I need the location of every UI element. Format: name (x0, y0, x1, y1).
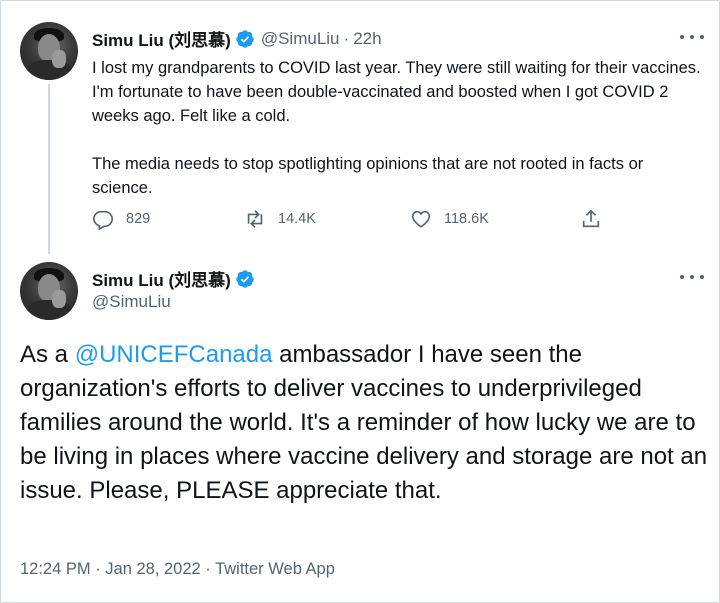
tweet1-paragraph-1: I lost my grandparents to COVID last yea… (92, 59, 701, 125)
display-name[interactable]: Simu Liu (刘思慕) (92, 26, 231, 51)
retweet-button[interactable]: 14.4K (244, 208, 316, 230)
reply-icon (93, 210, 113, 230)
tweet1-actions: 829 14.4K 118.6K (92, 208, 612, 236)
avatar[interactable] (20, 262, 78, 320)
like-icon (411, 210, 431, 228)
thread-connector-line (48, 84, 50, 254)
more-options-icon[interactable] (680, 32, 704, 42)
tweet1-header: Simu Liu (刘思慕) @SimuLiu · 22h (92, 26, 382, 51)
reply-button[interactable]: 829 (92, 208, 150, 230)
handle[interactable]: @SimuLiu (261, 29, 340, 49)
retweet-icon (247, 210, 263, 228)
verified-badge-icon (236, 269, 254, 288)
tweet2-text-prefix: As a (20, 341, 75, 368)
tweet2-text: As a @UNICEFCanada ambassador I have see… (20, 338, 710, 508)
share-icon (582, 209, 600, 228)
more-options-icon[interactable] (680, 272, 704, 282)
retweet-count: 14.4K (278, 211, 316, 227)
like-button[interactable]: 118.6K (410, 208, 489, 230)
display-name[interactable]: Simu Liu (刘思慕) (92, 266, 231, 291)
mention-link[interactable]: @UNICEFCanada (75, 341, 273, 368)
tweet1-paragraph-2: The media needs to stop spotlighting opi… (92, 155, 644, 197)
handle[interactable]: @SimuLiu (92, 292, 171, 312)
tweet-timestamp[interactable]: 12:24 PM · Jan 28, 2022 · Twitter Web Ap… (20, 560, 335, 579)
tweet-time[interactable]: 22h (353, 29, 381, 49)
verified-badge-icon (236, 29, 254, 48)
separator-dot: · (343, 28, 350, 48)
tweet2-handle-row: @SimuLiu (92, 292, 171, 312)
avatar[interactable] (20, 22, 78, 80)
reply-count: 829 (126, 211, 151, 227)
share-button[interactable] (580, 208, 614, 230)
like-count: 118.6K (444, 211, 489, 227)
tweet1-text: I lost my grandparents to COVID last yea… (92, 56, 706, 200)
tweet2-header: Simu Liu (刘思慕) (92, 266, 255, 291)
